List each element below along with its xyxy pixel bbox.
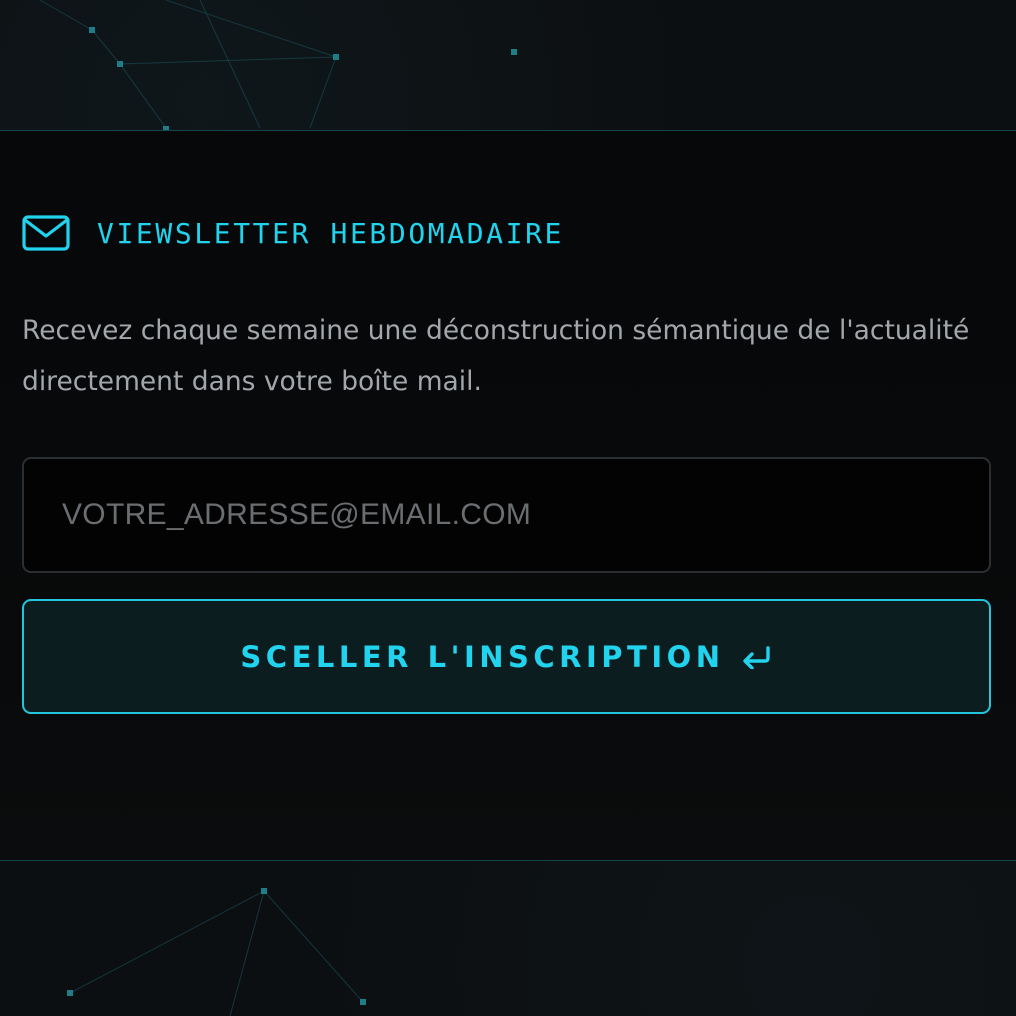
subscribe-button-label: SCELLER L'INSCRIPTION bbox=[240, 639, 725, 674]
page: VIEWSLETTER HEBDOMADAIRE Recevez chaque … bbox=[0, 0, 1016, 1016]
email-input[interactable] bbox=[22, 457, 991, 573]
newsletter-title: VIEWSLETTER HEBDOMADAIRE bbox=[97, 216, 564, 250]
mail-icon bbox=[22, 215, 70, 251]
newsletter-panel: VIEWSLETTER HEBDOMADAIRE Recevez chaque … bbox=[0, 130, 1016, 861]
subscribe-button[interactable]: SCELLER L'INSCRIPTION bbox=[22, 599, 991, 714]
enter-arrow-icon bbox=[742, 645, 770, 669]
newsletter-header: VIEWSLETTER HEBDOMADAIRE bbox=[22, 215, 564, 251]
newsletter-description: Recevez chaque semaine une déconstructio… bbox=[22, 315, 970, 397]
